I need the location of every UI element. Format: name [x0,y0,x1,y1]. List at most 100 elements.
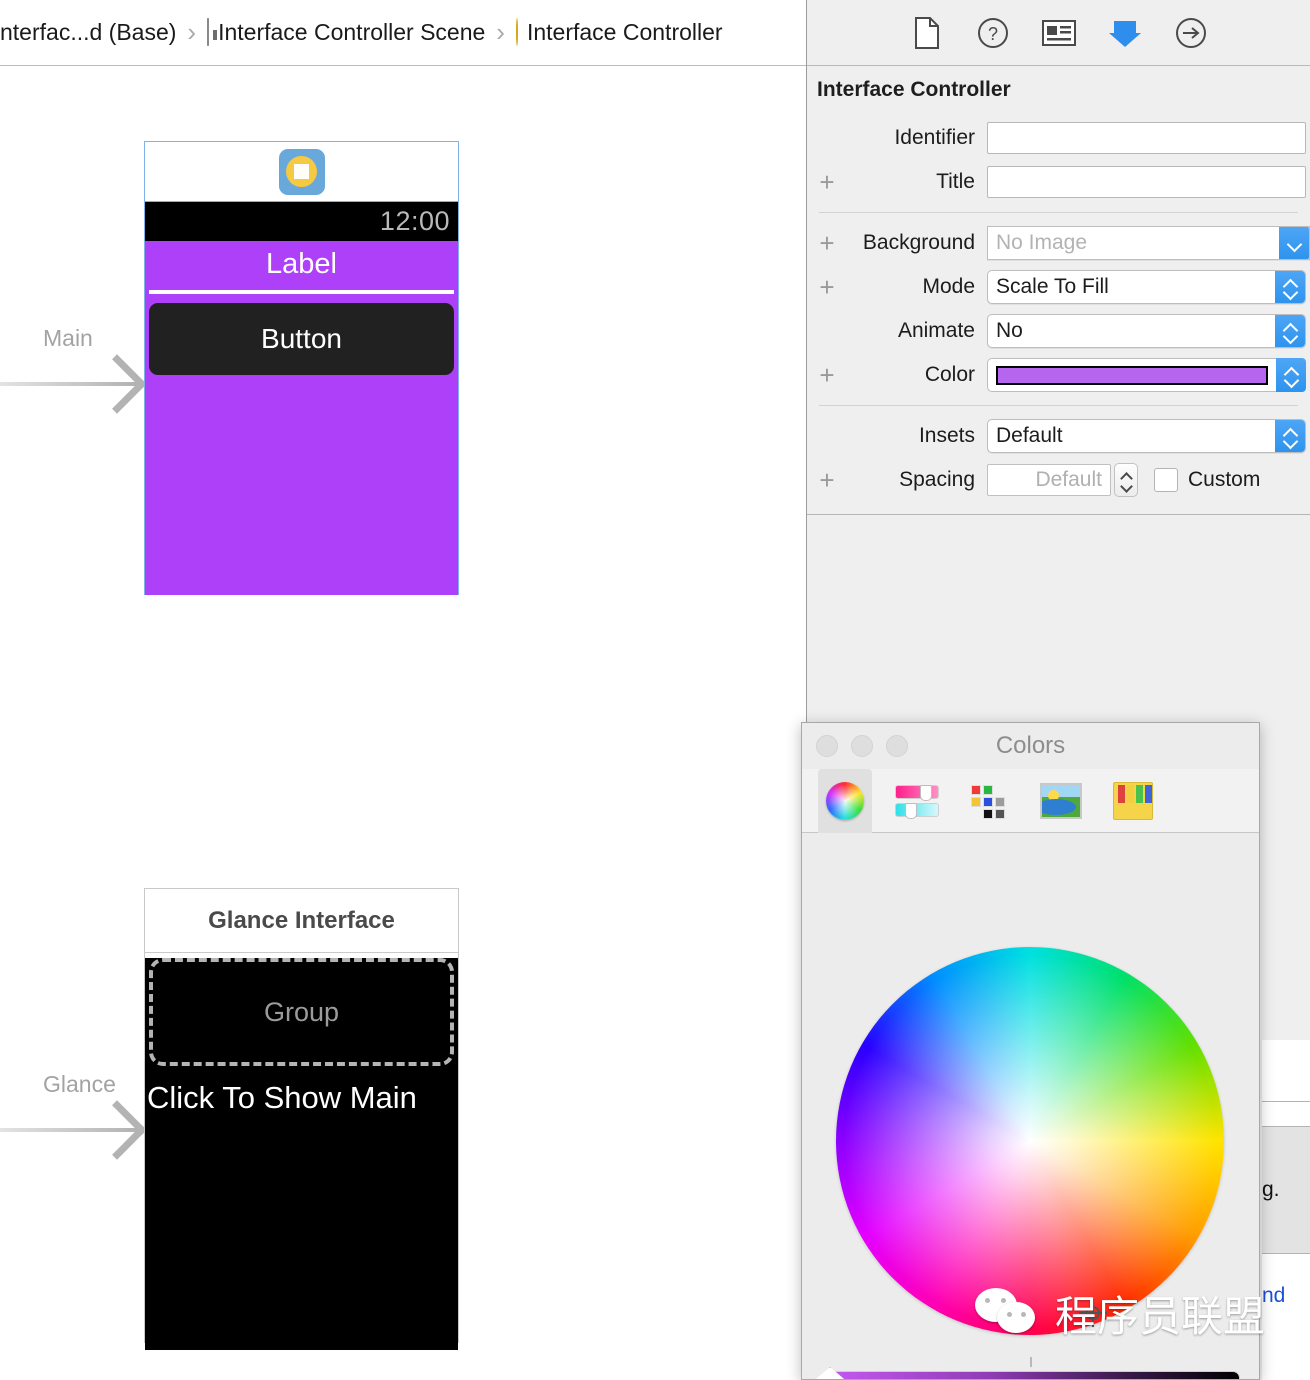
animate-row: Animate No [807,309,1310,353]
color-row: + Color [807,353,1310,397]
colors-panel-body[interactable]: Opacity 100% [802,833,1259,1379]
spacing-input[interactable]: Default [987,464,1111,496]
entry-point-label-glance: Glance [43,1071,116,1097]
background-image-combo[interactable]: No Image [987,226,1310,260]
add-spacing-variation-icon[interactable]: + [815,467,839,493]
attributes-inspector-tab[interactable] [1106,14,1144,52]
watch-status-bar: 12:00 [145,202,458,241]
add-background-variation-icon[interactable]: + [815,230,839,256]
slider-tick [1030,1357,1032,1367]
title-input[interactable] [987,166,1306,198]
wk-label[interactable]: Label [145,241,458,290]
breadcrumb-label-scene: Interface Controller Scene [218,19,486,45]
animate-select[interactable]: No [987,314,1306,348]
background-dropdown-button[interactable] [1279,227,1309,259]
chevron-down-icon [1284,331,1297,339]
connections-inspector-tab[interactable] [1172,14,1210,52]
spacing-custom-label: Custom [1188,468,1261,491]
background-image-value: No Image [996,231,1088,254]
mode-select[interactable]: Scale To Fill [987,270,1306,304]
watch-screen[interactable]: 12:00 Label Button [145,202,458,595]
wk-button[interactable]: Button [149,303,454,375]
colors-panel-tab-bar [802,768,1259,833]
glance-scene-title: Glance Interface [145,889,458,953]
insets-select[interactable]: Default [987,419,1306,453]
color-well[interactable] [987,358,1276,392]
glance-interface-scene[interactable]: Glance Interface Group Click To Show Mai… [144,888,459,1350]
wk-separator [149,290,454,294]
animate-stepper[interactable] [1275,315,1305,347]
identity-inspector-tab[interactable] [1040,14,1078,52]
brightness-slider[interactable] [822,1371,1240,1379]
chevron-down-icon [1285,375,1298,383]
entry-point-arrow-glance[interactable]: Glance [0,1071,147,1160]
color-stepper[interactable] [1276,358,1306,392]
chevron-up-icon [1121,473,1132,479]
color-palettes-tab[interactable] [962,774,1016,828]
spacing-stepper[interactable] [1114,463,1138,497]
mode-stepper[interactable] [1275,271,1305,303]
crayons-tab[interactable] [1106,774,1160,828]
entry-point-arrow-main[interactable]: Main [0,325,147,414]
background-fragment-link: nd [1262,1284,1286,1307]
quick-help-inspector-tab[interactable]: ? [974,14,1012,52]
spacing-row: + Spacing Default Custom [807,458,1310,502]
inspector-tab-bar: ? [807,0,1310,66]
crayons-icon [1113,781,1153,820]
color-palettes-icon [969,782,1009,820]
identifier-row: Identifier [807,116,1310,160]
insets-label: Insets [918,424,975,447]
colors-panel-title: Colors [995,732,1066,759]
background-panel-fragment [1262,1254,1310,1380]
background-label: Background [862,231,975,254]
color-swatch[interactable] [996,365,1268,385]
mode-row: + Mode Scale To Fill [807,265,1310,309]
add-mode-variation-icon[interactable]: + [815,274,839,300]
interface-controller-badge-icon[interactable] [278,148,325,195]
interface-controller-icon [515,18,518,46]
breadcrumb-separator: › [496,17,505,47]
scene-icon [207,18,210,46]
entry-point-label-main: Main [43,325,93,351]
insets-stepper[interactable] [1275,420,1305,452]
identifier-label: Identifier [894,126,975,149]
animate-value: No [996,319,1023,342]
image-palettes-tab[interactable] [1034,774,1088,828]
background-fragment-text: g. [1262,1178,1280,1201]
inspector-bottom-divider [807,514,1310,515]
image-palette-icon [1040,782,1082,819]
spacing-label: Spacing [899,468,975,491]
breadcrumb-item-storyboard[interactable]: nterfac...d (Base) [0,19,176,46]
title-row: + Title [807,160,1310,204]
mode-value: Scale To Fill [996,275,1109,298]
color-sliders-tab[interactable] [890,774,944,828]
color-wheel-picker[interactable] [836,947,1224,1335]
colors-panel[interactable]: Colors [801,722,1260,1380]
colors-panel-titlebar[interactable]: Colors [802,723,1259,769]
add-title-variation-icon[interactable]: + [815,169,839,195]
identifier-input[interactable] [987,122,1306,154]
insets-row: Insets Default [807,414,1310,458]
file-inspector-tab[interactable] [908,14,946,52]
interface-controller-scene[interactable]: 12:00 Label Button [144,141,459,595]
chevron-down-icon [1284,436,1297,444]
breadcrumb-item-controller[interactable]: Interface Controller [515,18,723,46]
entry-arrow-head [87,1100,147,1160]
spacing-custom-checkbox[interactable] [1154,468,1178,492]
chevron-down-icon [1288,239,1301,247]
add-color-variation-icon[interactable]: + [815,362,839,388]
color-wheel-crosshair[interactable] [1079,1299,1107,1327]
color-wheel-icon [826,781,864,820]
breadcrumb-item-scene[interactable]: Interface Controller Scene [207,18,486,46]
glance-body-text[interactable]: Click To Show Main [145,1066,458,1116]
storyboard-canvas[interactable]: Main 12:00 Label Button Glance Glance In… [0,66,806,1380]
breadcrumb-label-storyboard: nterfac...d (Base) [0,19,177,45]
inspector-separator [819,212,1298,213]
glance-screen[interactable]: Group Click To Show Main [145,958,458,1350]
glance-group[interactable]: Group [149,958,454,1066]
color-sliders-icon [895,782,939,820]
color-label: Color [924,363,975,386]
insets-value: Default [996,424,1063,447]
animate-label: Animate [897,319,975,342]
color-wheel-tab[interactable] [818,768,872,833]
